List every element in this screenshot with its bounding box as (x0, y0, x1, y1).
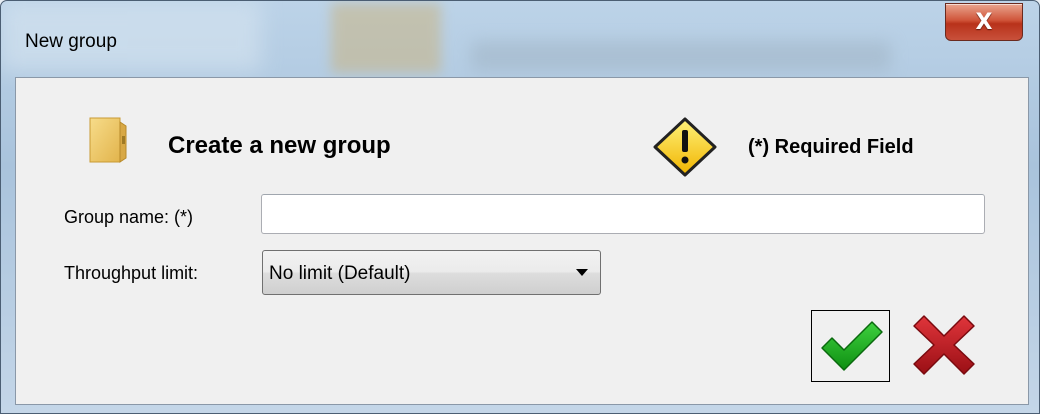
window-title: New group (25, 31, 117, 52)
dialog-window: New group X Create a new group (*) Requi… (0, 0, 1040, 414)
chevron-down-icon (576, 269, 588, 276)
close-button[interactable]: X (945, 3, 1023, 41)
checkmark-icon (820, 321, 883, 371)
group-name-input[interactable] (261, 194, 985, 234)
folder-icon (89, 117, 127, 163)
cross-icon (913, 315, 975, 375)
close-icon: X (975, 9, 993, 35)
group-name-label: Group name: (*) (64, 207, 194, 227)
dialog-body: Create a new group (*) Required Field Gr… (15, 77, 1029, 405)
title-bar[interactable]: New group X (1, 1, 1039, 79)
warning-icon (653, 117, 717, 177)
throughput-limit-select[interactable]: No limit (Default) (262, 250, 601, 295)
throughput-limit-label: Throughput limit: (64, 263, 199, 283)
dialog-heading: Create a new group (168, 132, 391, 159)
cancel-button[interactable] (909, 310, 979, 380)
required-field-note: (*) Required Field (748, 136, 914, 158)
throughput-limit-value: No limit (Default) (269, 263, 411, 284)
ok-button[interactable] (811, 310, 890, 382)
